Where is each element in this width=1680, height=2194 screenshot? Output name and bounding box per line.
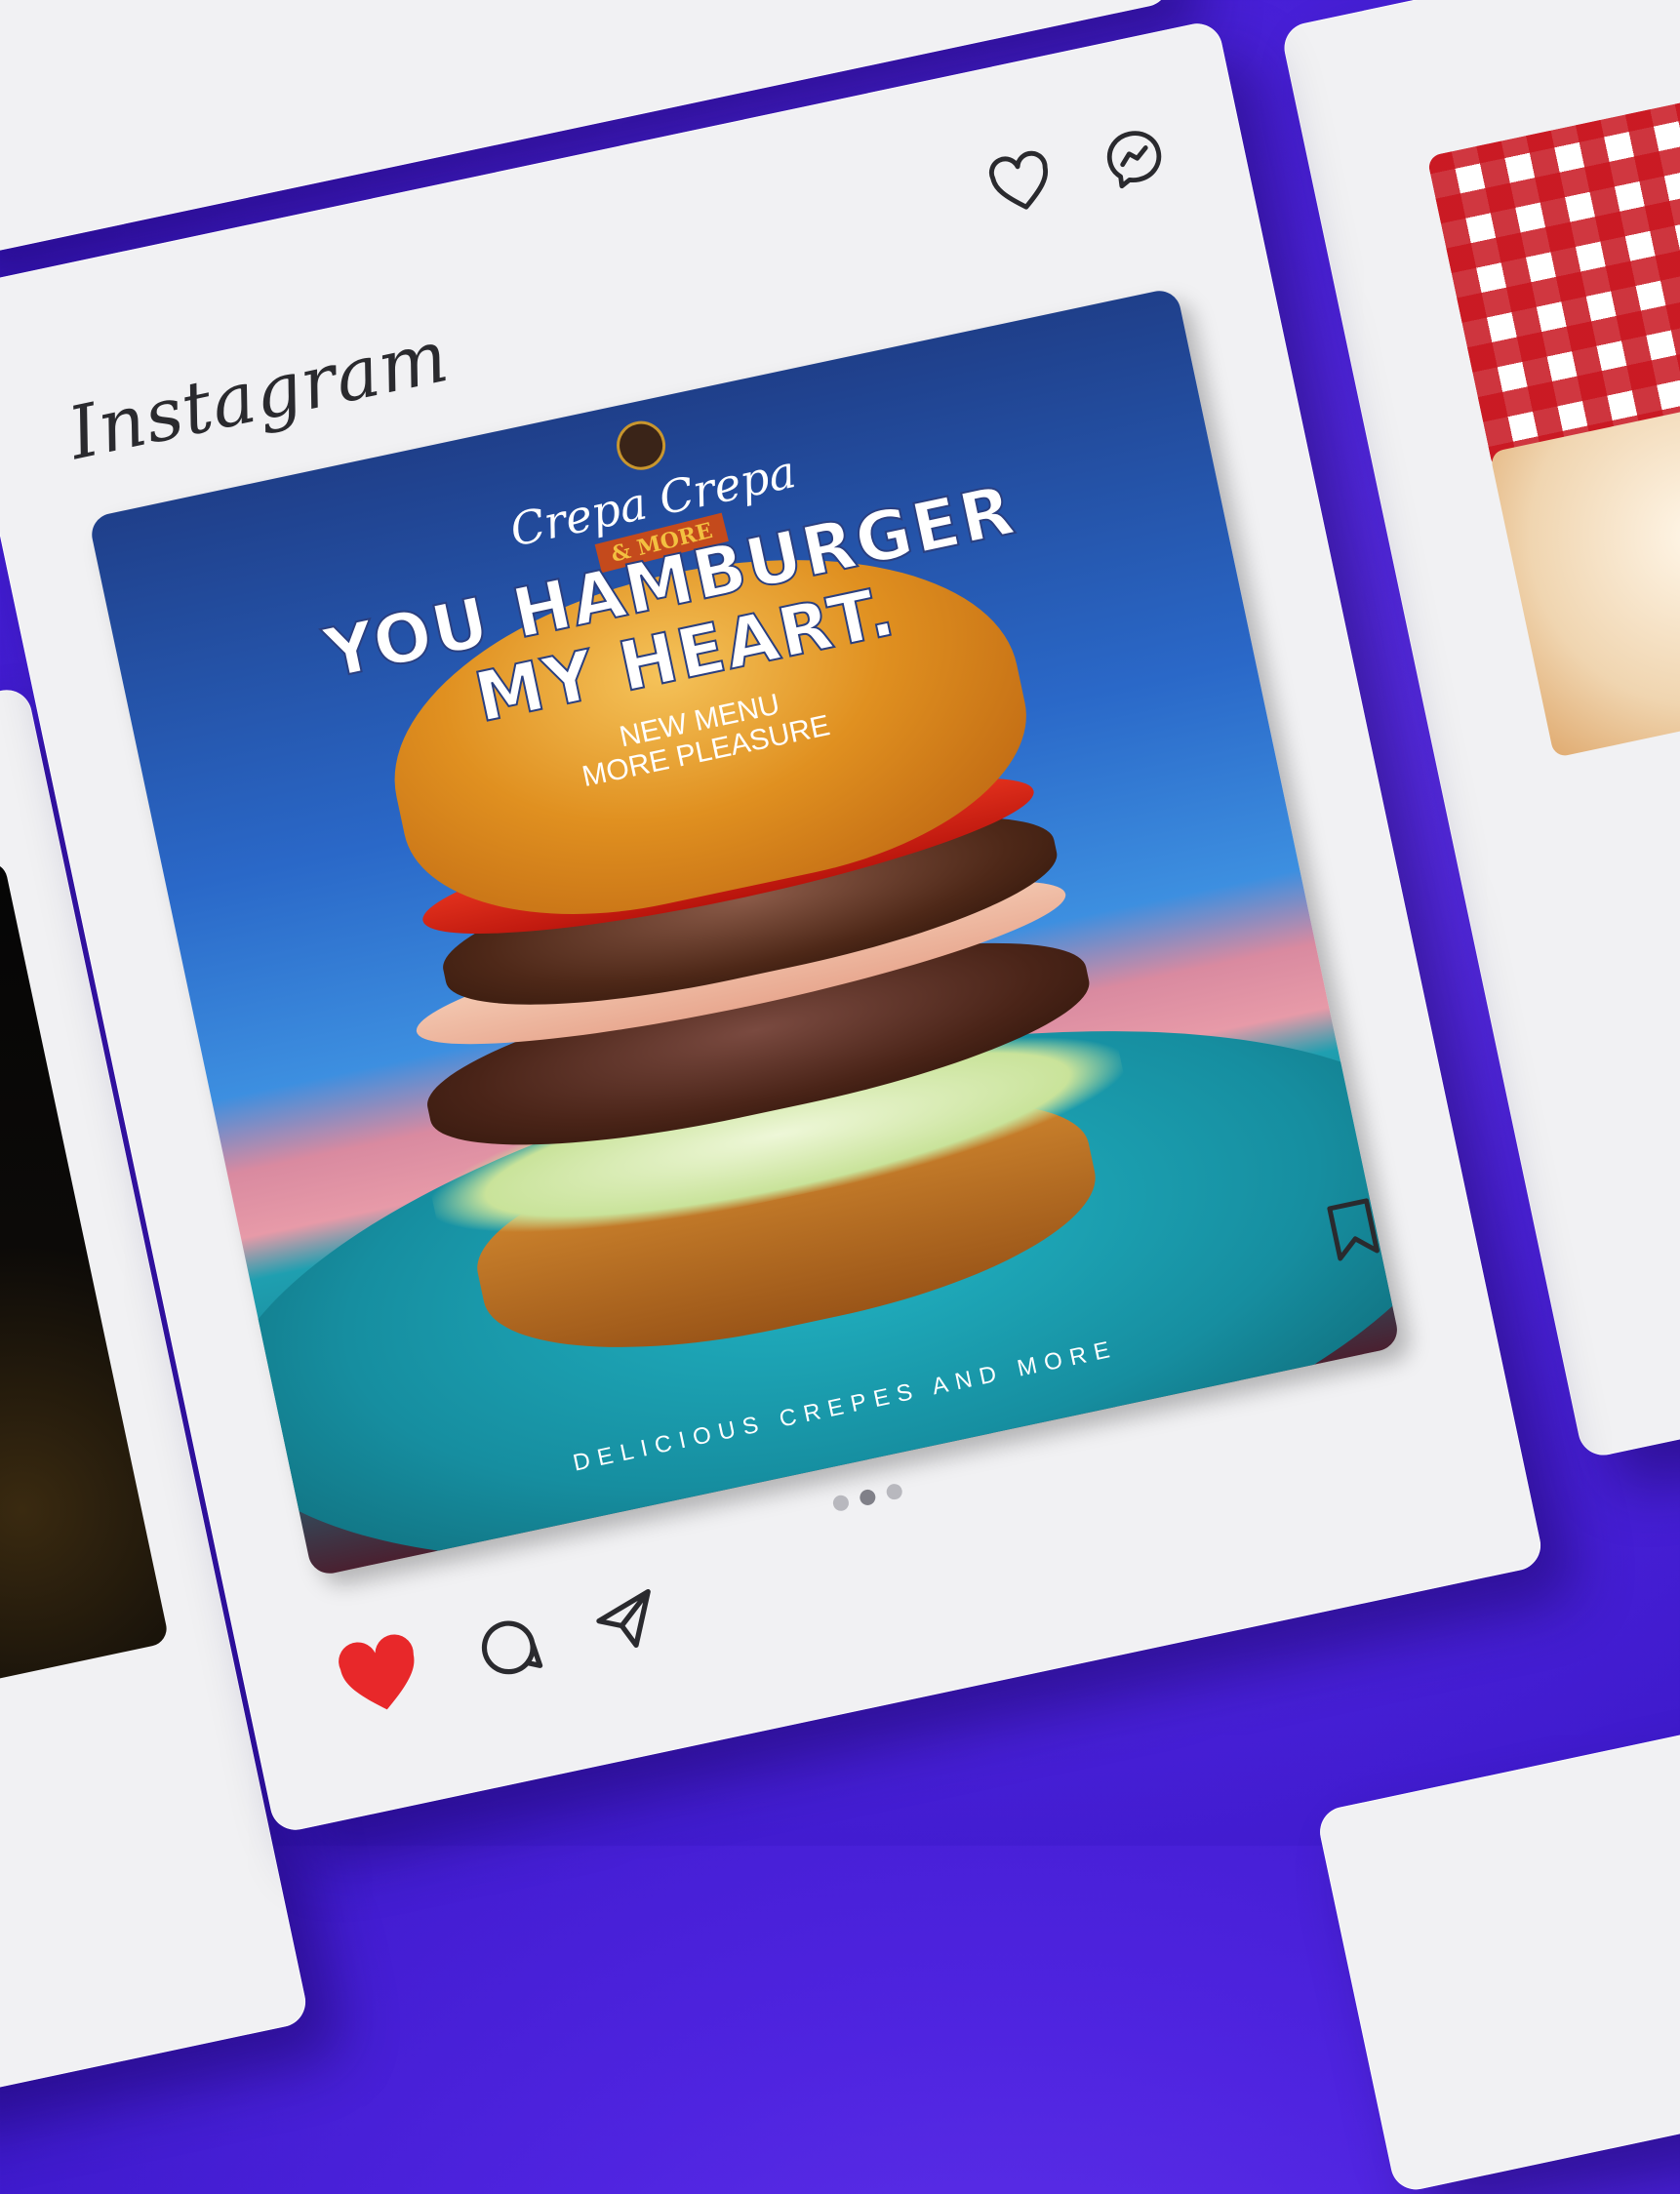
comment-icon[interactable] [468,1607,549,1688]
bookmark-icon[interactable] [1319,1192,1387,1267]
adjacent-post-image-checkered [1426,59,1680,472]
heart-filled-icon[interactable] [328,1625,432,1724]
pagination-dot[interactable] [831,1494,851,1513]
send-icon[interactable] [586,1582,667,1663]
instagram-post-card: Instagram Crepa Crepa & MORE YOU HAMBURG… [0,19,1545,1835]
pagination-dot-active[interactable] [858,1488,877,1507]
pagination-dot[interactable] [885,1482,904,1501]
post-image[interactable]: Crepa Crepa & MORE YOU HAMBURGER MY HEAR… [88,287,1402,1577]
brand-mark-icon [612,417,670,475]
heart-outline-icon[interactable] [983,147,1059,218]
header-actions [983,121,1172,219]
messenger-icon[interactable] [1098,121,1172,195]
adjacent-post-card-bottom-right [1315,1629,1680,2194]
